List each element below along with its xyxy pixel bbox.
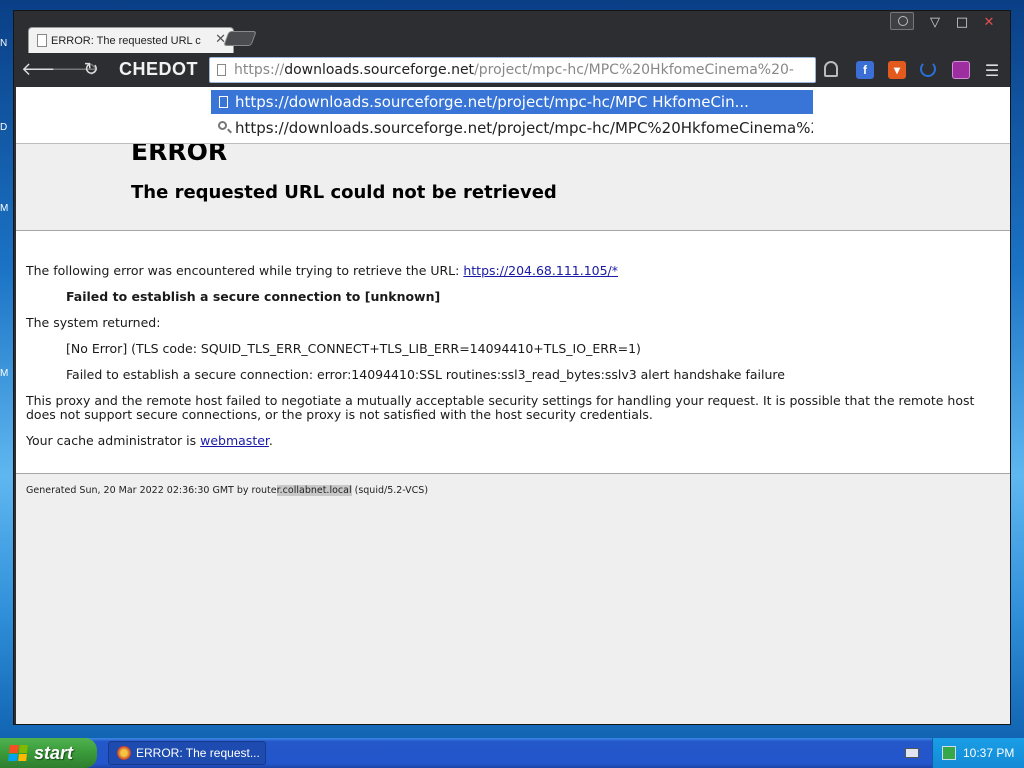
url-scheme: https://	[234, 62, 285, 78]
tls-code: [No Error] (TLS code: SQUID_TLS_ERR_CONN…	[66, 341, 641, 356]
taskbar-item-label: ERROR: The request...	[136, 746, 260, 760]
maximize-button[interactable]: □	[949, 13, 975, 33]
autocomplete-dropdown: https://downloads.sourceforge.net/projec…	[16, 87, 1010, 144]
forward-button[interactable]: 🡒	[51, 58, 99, 82]
address-bar-text: https://downloads.sourceforge.net/projec…	[234, 62, 794, 78]
new-tab-button[interactable]	[223, 31, 257, 46]
squid-version: (squid/5.2-VCS)	[351, 485, 429, 496]
minimize-button[interactable]: ▽	[922, 13, 948, 33]
browser-window: ERROR: The requested URL c ✕ ▽ □ ✕ 🡐 🡒 ↻…	[13, 10, 1011, 725]
tab-error-page[interactable]: ERROR: The requested URL c ✕	[28, 27, 234, 54]
video-icon[interactable]: ▾	[888, 61, 906, 79]
start-button[interactable]: start	[0, 738, 97, 768]
reload-button[interactable]: ↻	[79, 58, 103, 82]
system-returned-label: The system returned:	[26, 315, 161, 330]
close-window-button[interactable]: ✕	[976, 13, 1002, 33]
generated-text: Generated Sun, 20 Mar 2022 02:36:30 GMT …	[26, 485, 277, 496]
page-icon	[219, 96, 228, 108]
desktop-icon-fragment[interactable]: M	[0, 368, 12, 382]
page-footer: Generated Sun, 20 Mar 2022 02:36:30 GMT …	[16, 473, 1010, 724]
browser-toolbar: 🡐 🡒 ↻ CHEDOT https://downloads.sourcefor…	[14, 53, 1010, 87]
taskbar: start ERROR: The request... 10:37 PM	[0, 738, 1024, 768]
windows-logo-icon	[8, 745, 28, 761]
back-button[interactable]: 🡐	[21, 58, 69, 82]
error-intro-text: The following error was encountered whil…	[26, 263, 464, 278]
suggestion-item-selected[interactable]: https://downloads.sourceforge.net/projec…	[211, 90, 813, 114]
url-path: /project/mpc-hc/MPC%20HkfomeCinema%20-	[474, 62, 794, 78]
lock-icon[interactable]	[824, 61, 838, 77]
cache-admin-line: Your cache administrator is webmaster.	[26, 434, 1001, 448]
webmaster-link[interactable]: webmaster	[200, 433, 269, 448]
browser-brand-logo: CHEDOT	[119, 59, 198, 79]
cache-admin-text: Your cache administrator is	[26, 433, 201, 448]
suggestion-item-search[interactable]: https://downloads.sourceforge.net/projec…	[211, 116, 813, 140]
browser-icon	[117, 746, 131, 760]
error-intro: The following error was encountered whil…	[26, 264, 1001, 278]
suggestion-text: https://downloads.sourceforge.net/projec…	[235, 119, 813, 137]
page-content: ERROR The requested URL could not be ret…	[16, 87, 1010, 724]
tab-title: ERROR: The requested URL c	[51, 35, 201, 47]
tab-strip: ERROR: The requested URL c ✕ ▽ □ ✕	[14, 11, 1010, 54]
system-tray: 10:37 PM	[932, 738, 1024, 768]
facebook-icon[interactable]: f	[856, 61, 874, 79]
profile-button[interactable]	[890, 12, 914, 30]
desktop-icon-fragment[interactable]: M	[0, 203, 12, 217]
url-host: downloads.sourceforge.net	[284, 62, 475, 78]
menu-icon[interactable]: ☰	[980, 59, 1004, 83]
desktop-icon-fragment[interactable]: D	[0, 122, 12, 136]
page-subtitle: The requested URL could not be retrieved	[131, 182, 557, 203]
clock[interactable]: 10:37 PM	[963, 746, 1014, 760]
keyboard-icon[interactable]	[905, 748, 919, 758]
taskbar-item-browser[interactable]: ERROR: The request...	[108, 741, 266, 765]
ssl-error: Failed to establish a secure connection:…	[66, 367, 785, 382]
suggestion-text: https://downloads.sourceforge.net/projec…	[235, 93, 749, 111]
network-icon[interactable]	[942, 746, 956, 760]
error-reason: Failed to establish a secure connection …	[66, 289, 441, 304]
requested-url-link[interactable]: https://204.68.111.105/*	[463, 263, 618, 278]
cache-admin-suffix: .	[268, 433, 273, 448]
hostname-highlight: r.collabnet.local	[276, 485, 352, 496]
desktop-icon-fragment[interactable]: N	[0, 38, 12, 52]
monitor-icon[interactable]	[952, 61, 970, 79]
page-icon	[217, 64, 226, 76]
page-icon	[37, 34, 47, 47]
error-explanation: This proxy and the remote host failed to…	[26, 393, 975, 422]
loading-icon[interactable]	[920, 61, 936, 77]
generated-info: Generated Sun, 20 Mar 2022 02:36:30 GMT …	[26, 485, 428, 496]
search-icon	[218, 121, 227, 130]
address-bar[interactable]: https://downloads.sourceforge.net/projec…	[209, 57, 816, 83]
start-label: start	[34, 742, 74, 763]
